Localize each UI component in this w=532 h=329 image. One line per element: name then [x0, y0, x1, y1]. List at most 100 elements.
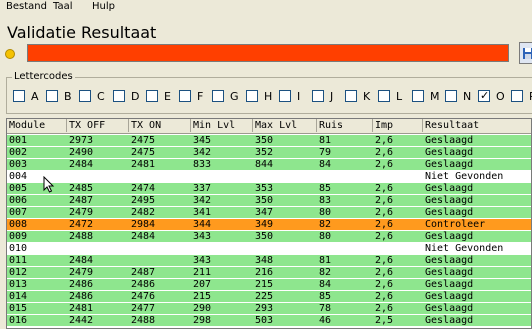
table-cell: 337: [193, 183, 212, 194]
checkbox-box[interactable]: [146, 90, 158, 102]
table-row[interactable]: 004 Niet Gevonden: [7, 171, 531, 182]
checkbox-box[interactable]: [412, 90, 424, 102]
checkbox-box[interactable]: [312, 90, 324, 102]
table-header: Module TX OFF TX ON Min Lvl Max Lvl Ruis Imp Re…: [7, 119, 531, 134]
checkbox-box[interactable]: ✓: [478, 89, 490, 102]
menu-taal[interactable]: Taal: [53, 1, 73, 12]
table-row[interactable]: 011 2484 343 348 81 2,6 Geslaagd: [7, 255, 531, 266]
table-row[interactable]: 005 2485 2474 337 353 85 2,6 Geslaagd: [7, 183, 531, 194]
table-cell: Niet Gevonden: [425, 243, 504, 254]
table-cell: 225: [255, 291, 274, 302]
table-cell: Geslaagd: [425, 303, 474, 314]
table-cell: 350: [255, 195, 274, 206]
table-cell: 215: [193, 291, 212, 302]
column-header[interactable]: Ruis: [317, 119, 373, 132]
table-cell: 005: [9, 183, 28, 194]
table-cell: [69, 243, 129, 254]
table-row[interactable]: 001 2973 2475 345 350 81 2,6 Geslaagd: [7, 135, 531, 146]
checkbox-label: J: [330, 90, 334, 103]
status-led-icon: [5, 49, 15, 59]
checkbox-label: I: [297, 90, 301, 103]
table-row[interactable]: 014 2486 2476 215 225 85 2,6 Geslaagd: [7, 291, 531, 302]
table-cell: 2,6: [375, 267, 394, 278]
checkbox-label: H: [264, 90, 273, 103]
table-cell: 343: [193, 255, 212, 266]
checkbox-box[interactable]: [79, 90, 91, 102]
column-header[interactable]: Imp: [373, 119, 423, 132]
table-cell: Geslaagd: [425, 255, 474, 266]
checkbox-box[interactable]: [246, 90, 258, 102]
table-cell: 2495: [131, 195, 156, 206]
checkbox-box[interactable]: [46, 90, 58, 102]
table-cell: Geslaagd: [425, 183, 474, 194]
table-cell: 290: [193, 303, 212, 314]
table-cell: 2472: [69, 219, 94, 230]
table-row[interactable]: 007 2479 2482 341 347 80 2,6 Geslaagd: [7, 207, 531, 218]
table-row[interactable]: 009 2488 2484 343 350 80 2,6 Geslaagd: [7, 231, 531, 242]
menu-bestand[interactable]: Bestand: [6, 1, 47, 12]
table-row[interactable]: 015 2481 2477 290 293 78 2,6 Geslaagd: [7, 303, 531, 314]
table-cell: 342: [193, 195, 212, 206]
checkbox-box[interactable]: [345, 90, 357, 102]
table-cell: 78: [319, 303, 332, 314]
table-cell: 2973: [69, 135, 94, 146]
table-cell: 2475: [131, 147, 156, 158]
column-header[interactable]: Min Lvl: [191, 119, 253, 132]
table-cell: Geslaagd: [425, 291, 474, 302]
page-title: Validatie Resultaat: [7, 23, 157, 42]
table-cell: 2,6: [375, 303, 394, 314]
checkbox-box[interactable]: [113, 90, 125, 102]
column-header[interactable]: TX ON: [129, 119, 191, 132]
table-cell: 004: [9, 171, 28, 182]
table-cell: 2485: [69, 183, 94, 194]
table-row[interactable]: 012 2479 2487 211 216 82 2,6 Geslaagd: [7, 267, 531, 278]
table-cell: 293: [255, 303, 274, 314]
table-cell: 2486: [69, 279, 94, 290]
table-cell: 344: [193, 219, 212, 230]
column-header[interactable]: Resultaat: [423, 119, 531, 132]
column-header[interactable]: TX OFF: [67, 119, 129, 132]
table-cell: 2481: [131, 159, 156, 170]
table-cell: 2482: [131, 207, 156, 218]
checkbox-box[interactable]: [511, 90, 523, 102]
status-bar: [27, 44, 509, 62]
checkbox-box[interactable]: [378, 90, 390, 102]
table-row[interactable]: 002 2490 2475 342 352 79 2,6 Geslaagd: [7, 147, 531, 158]
table-cell: 007: [9, 207, 28, 218]
table-cell: 2475: [131, 135, 156, 146]
table-cell: 84: [319, 279, 332, 290]
checkbox-label: L: [396, 90, 403, 103]
table-cell: Geslaagd: [425, 315, 474, 326]
table-cell: 2,6: [375, 291, 394, 302]
checkbox-box[interactable]: [279, 90, 291, 102]
column-header[interactable]: Max Lvl: [253, 119, 317, 132]
checkbox-box[interactable]: [445, 90, 457, 102]
table-row[interactable]: 003 2484 2481 833 844 84 2,6 Geslaagd: [7, 159, 531, 170]
table-cell: 014: [9, 291, 28, 302]
table-cell: 352: [255, 147, 274, 158]
menu-hulp[interactable]: Hulp: [92, 1, 115, 12]
table-cell: 347: [255, 207, 274, 218]
save-button[interactable]: [519, 42, 532, 64]
table-row[interactable]: 016 2442 2488 298 503 46 2,5 Geslaagd: [7, 315, 531, 326]
table-row[interactable]: 010 Niet Gevonden: [7, 243, 531, 254]
checkbox-box[interactable]: [212, 90, 224, 102]
checkbox-box[interactable]: [179, 90, 191, 102]
checkbox-box[interactable]: [13, 90, 25, 102]
table-cell: 350: [255, 135, 274, 146]
column-header[interactable]: Module: [7, 119, 67, 132]
check-icon: ✓: [480, 89, 490, 102]
table-cell: 010: [9, 243, 28, 254]
table-cell: 2,6: [375, 255, 394, 266]
table-cell: 82: [319, 267, 332, 278]
table-row[interactable]: 006 2487 2495 342 350 83 2,6 Geslaagd: [7, 195, 531, 206]
table-cell: [255, 243, 317, 254]
table-cell: 79: [319, 147, 332, 158]
table-cell: 012: [9, 267, 28, 278]
table-cell: 844: [255, 159, 274, 170]
table-cell: 85: [319, 183, 332, 194]
results-table: Module TX OFF TX ON Min Lvl Max Lvl Ruis Imp Re…: [6, 118, 532, 329]
table-cell: 2,6: [375, 183, 394, 194]
table-row[interactable]: 013 2486 2486 207 215 84 2,6 Geslaagd: [7, 279, 531, 290]
table-row[interactable]: 008 2472 2984 344 349 82 2,6 Controleer: [7, 219, 531, 230]
